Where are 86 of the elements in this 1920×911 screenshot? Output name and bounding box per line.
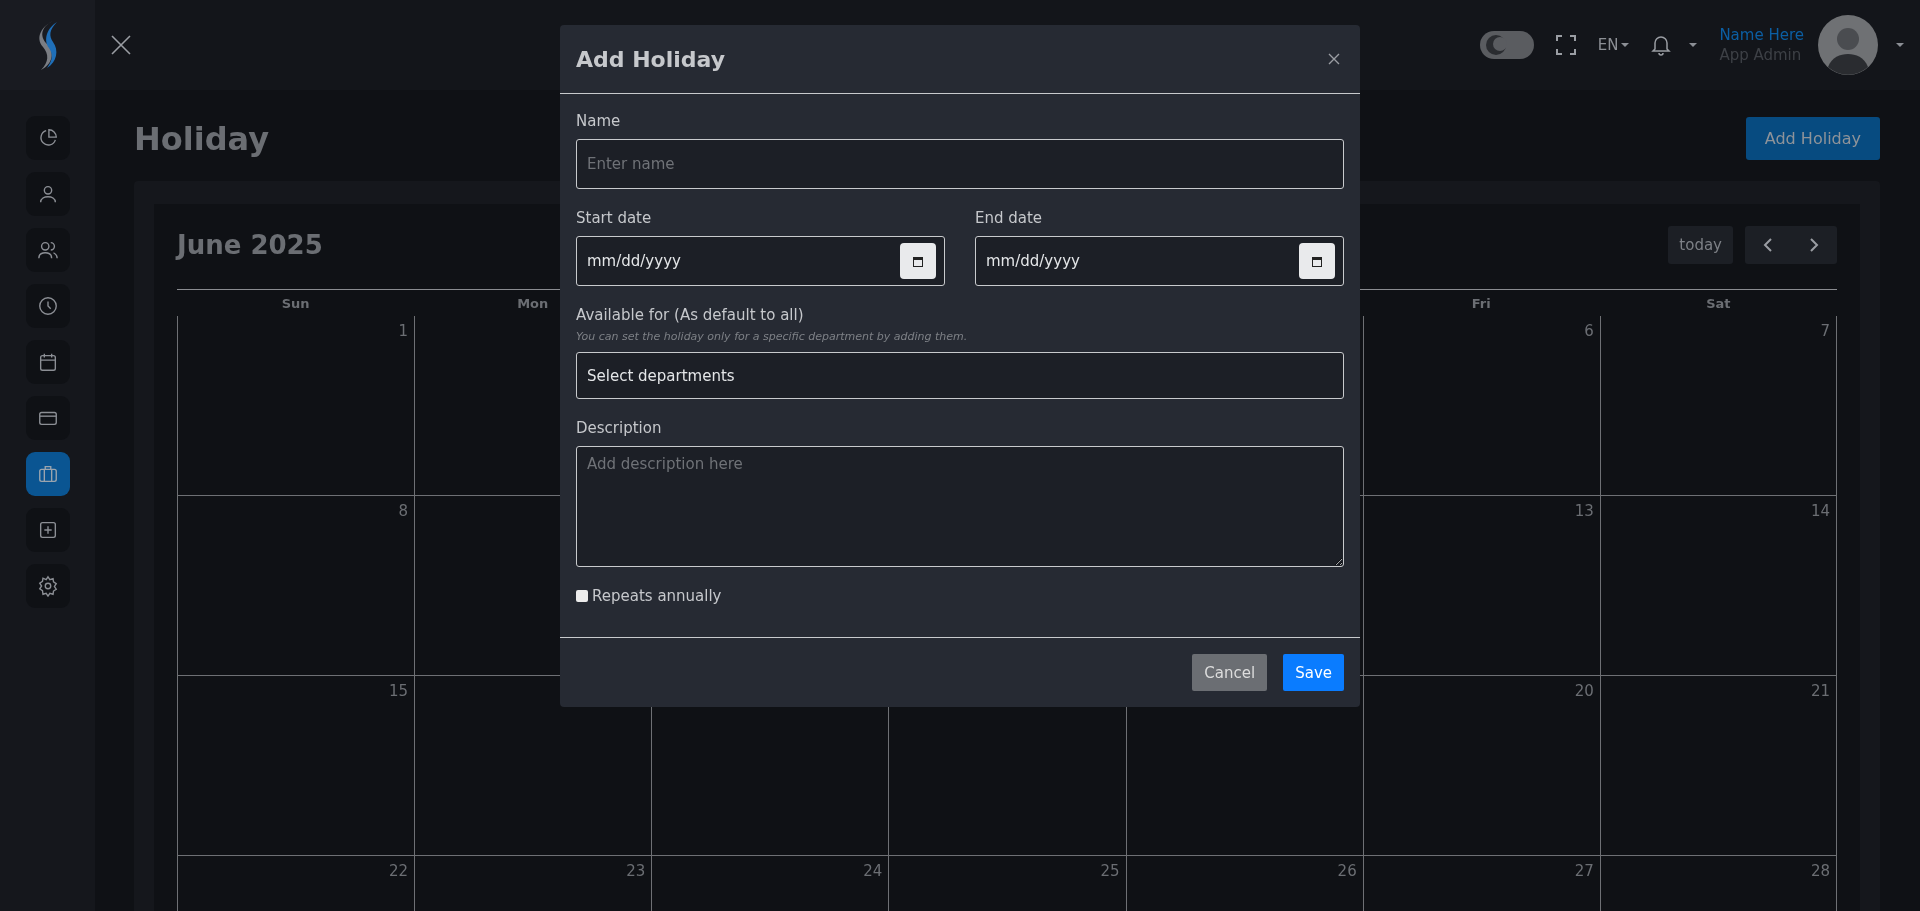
today-button[interactable]: today [1668, 226, 1733, 264]
day-number: 7 [1820, 322, 1830, 340]
notification-button[interactable] [1651, 34, 1698, 56]
day-number: 22 [389, 862, 409, 880]
sidebar-item[interactable] [25, 508, 70, 552]
calendar-day-cell[interactable]: 21 [1599, 676, 1837, 856]
description-text-area[interactable]: Add description here [576, 446, 1344, 567]
sidebar-item[interactable] [25, 564, 70, 608]
briefcase-icon [36, 463, 59, 485]
field-label: Name [576, 112, 622, 130]
calendar-day-cell[interactable]: 7 [1599, 316, 1837, 496]
calendar-day-cell[interactable]: 8 [177, 496, 415, 676]
day-number: 26 [1337, 862, 1357, 880]
sidebar-item[interactable] [25, 116, 70, 160]
close-icon [109, 33, 133, 57]
name-input-field[interactable]: Enter name [576, 139, 1344, 189]
day-number: 21 [1810, 682, 1830, 700]
day-number: 14 [1810, 502, 1830, 520]
fullscreen-icon[interactable] [1555, 35, 1576, 55]
calendar-day-cell[interactable]: 15 [177, 676, 415, 856]
language-dropdown[interactable]: EN [1597, 36, 1630, 54]
sidebar-item[interactable] [25, 284, 70, 328]
close-button[interactable] [109, 33, 133, 57]
dialog-title: Add Holiday [576, 46, 726, 72]
user-name[interactable]: Name Here [1719, 26, 1804, 44]
users-icon [36, 239, 59, 261]
calendar-day-cell[interactable]: 13 [1362, 496, 1600, 676]
field-label: Description [576, 419, 663, 437]
calendar-day-cell[interactable]: 24 [651, 856, 889, 911]
day-number: 27 [1574, 862, 1594, 880]
chevron-left-icon [1762, 237, 1774, 253]
caret-icon[interactable] [1896, 43, 1904, 47]
weekday-label: Fri [1471, 295, 1491, 311]
weekday-label: Sun [281, 295, 310, 311]
date-input-field[interactable]: mm/dd/yyyy [975, 236, 1344, 286]
avatar-icon[interactable] [1818, 15, 1878, 75]
day-number: 1 [398, 322, 409, 340]
cancel-button[interactable]: Cancel [1192, 654, 1268, 691]
calendar-day-cell[interactable]: 22 [177, 856, 415, 911]
field-label: Start date [576, 209, 653, 227]
weekday-label: Sat [1706, 295, 1731, 311]
calendar-title: June 2025 [177, 230, 323, 260]
day-number: 13 [1574, 502, 1594, 520]
date-input-field[interactable]: mm/dd/yyyy [576, 236, 945, 286]
calendar-icon [913, 255, 923, 267]
calendar-day-cell[interactable]: 27 [1362, 856, 1600, 911]
clock-icon [36, 295, 59, 317]
day-number: 8 [398, 502, 409, 520]
field-label: End date [975, 209, 1044, 227]
calendar-day-cell[interactable]: 20 [1362, 676, 1600, 856]
day-number: 25 [1100, 862, 1120, 880]
sidebar-item[interactable] [25, 396, 70, 440]
save-button[interactable]: Save [1283, 654, 1344, 691]
field-label: Available for (As default to all) [576, 306, 805, 324]
calendar-icon [1312, 255, 1322, 267]
calendar-day-cell[interactable]: 26 [1125, 856, 1363, 911]
day-number: 15 [389, 682, 409, 700]
checkbox-label: Repeats annually [592, 587, 722, 605]
bell-icon [1651, 34, 1672, 56]
sidebar-item[interactable] [25, 340, 70, 384]
page-title: Holiday [134, 119, 270, 158]
date-picker-button[interactable] [1299, 243, 1335, 279]
day-number: 28 [1810, 862, 1830, 880]
calendar-day-cell[interactable]: 28 [1599, 856, 1837, 911]
weekday-label: Mon [517, 295, 549, 311]
calendar-day-cell[interactable]: 25 [888, 856, 1126, 911]
help-text: You can set the holiday only for a specific department by adding them. [576, 330, 969, 343]
calendar-day-cell[interactable]: 1 [177, 316, 415, 496]
checkbox[interactable] [576, 590, 588, 602]
settings-icon [36, 575, 59, 597]
day-number: 6 [1584, 322, 1594, 340]
calendar-day-cell[interactable]: 14 [1599, 496, 1837, 676]
sidebar-item[interactable] [25, 452, 70, 496]
theme-toggle-icon[interactable] [1479, 31, 1534, 59]
sidebar-item[interactable] [25, 172, 70, 216]
add-holiday-button[interactable]: Add Holiday [1745, 117, 1880, 160]
day-number: 23 [626, 862, 646, 880]
day-number: 24 [863, 862, 883, 880]
sidebar-item[interactable] [25, 228, 70, 272]
calendar-day-cell[interactable]: 6 [1362, 316, 1600, 496]
calendar-day-cell[interactable]: 23 [414, 856, 652, 911]
day-number: 20 [1574, 682, 1594, 700]
departments-select[interactable]: Select departments [576, 352, 1344, 399]
chevron-right-icon [1808, 237, 1820, 253]
close-icon [1328, 53, 1340, 65]
date-picker-button[interactable] [900, 243, 936, 279]
